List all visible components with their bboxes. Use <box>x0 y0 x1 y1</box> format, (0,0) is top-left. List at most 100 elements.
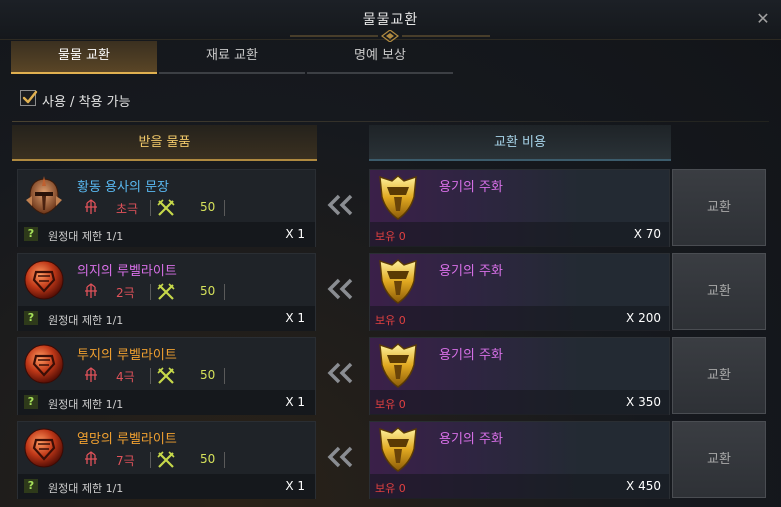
exchange-row: 의지의 루벨라이트 2극 50 ? 원정대 제한 1/1 X 1 용기의 주화 … <box>0 253 781 335</box>
exchange-button[interactable]: 교환 <box>672 421 766 498</box>
crossed-swords-icon <box>157 451 175 468</box>
question-icon[interactable]: ? <box>24 395 38 409</box>
owned-count: 보유 0 <box>375 482 406 495</box>
bronze-helmet-icon <box>26 176 62 215</box>
courage-coin-icon <box>379 343 417 388</box>
window-title: 물물교환 <box>362 12 419 28</box>
divider <box>150 284 151 300</box>
owned-count: 보유 0 <box>375 314 406 327</box>
cost-item-footer: 보유 0 X 70 <box>370 222 669 247</box>
barter-window: 물물교환 ✕ 물물 교환 재료 교환 명예 보상 사용 / 착용 가능 받을 물… <box>0 0 781 507</box>
double-chevron-left-icon <box>327 194 353 216</box>
receive-quantity: X 1 <box>285 479 305 493</box>
cost-item-panel[interactable]: 용기의 주화 보유 0 X 200 <box>369 253 670 331</box>
item-name: 황동 용사의 문장 <box>77 180 169 195</box>
cost-quantity: X 350 <box>626 395 661 409</box>
receive-item-panel[interactable]: 투지의 루벨라이트 4극 50 ? 원정대 제한 1/1 X 1 <box>17 337 316 415</box>
close-button[interactable]: ✕ <box>754 10 772 28</box>
grade-text: 초극 <box>116 202 139 216</box>
divider <box>224 368 225 384</box>
grade-text: 7극 <box>116 454 135 468</box>
tab-barter[interactable]: 물물 교환 <box>11 41 157 74</box>
courage-coin-icon <box>379 175 417 220</box>
cost-item-name: 용기의 주화 <box>439 180 503 195</box>
crossed-swords-icon <box>157 367 175 384</box>
receive-quantity: X 1 <box>285 311 305 325</box>
receive-item-footer: ? 원정대 제한 1/1 X 1 <box>18 390 315 415</box>
receive-item-footer: ? 원정대 제한 1/1 X 1 <box>18 474 315 499</box>
receive-item-footer: ? 원정대 제한 1/1 X 1 <box>18 306 315 331</box>
divider <box>150 200 151 216</box>
receive-item-info: 열망의 루벨라이트 7극 50 <box>18 422 315 474</box>
grade-text: 4극 <box>116 370 135 384</box>
grade-icon <box>85 199 97 214</box>
exchange-button[interactable]: 교환 <box>672 337 766 414</box>
cost-item-panel[interactable]: 용기의 주화 보유 0 X 450 <box>369 421 670 499</box>
level-text: 50 <box>200 200 216 214</box>
exchange-row: 열망의 루벨라이트 7극 50 ? 원정대 제한 1/1 X 1 용기의 주화 … <box>0 421 781 503</box>
receive-quantity: X 1 <box>285 395 305 409</box>
limit-text: 원정대 제한 1/1 <box>48 314 124 327</box>
exchange-row: 투지의 루벨라이트 4극 50 ? 원정대 제한 1/1 X 1 용기의 주화 … <box>0 337 781 419</box>
cost-quantity: X 450 <box>626 479 661 493</box>
courage-coin-icon <box>379 427 417 472</box>
level-text: 50 <box>200 368 216 382</box>
limit-text: 원정대 제한 1/1 <box>48 398 124 411</box>
double-chevron-left-icon <box>327 362 353 384</box>
cost-item-panel[interactable]: 용기의 주화 보유 0 X 70 <box>369 169 670 247</box>
divider <box>150 368 151 384</box>
tab-honor-reward[interactable]: 명예 보상 <box>307 41 453 74</box>
cost-item-name: 용기의 주화 <box>439 348 503 363</box>
grade-text: 2극 <box>116 286 135 300</box>
question-icon[interactable]: ? <box>24 479 38 493</box>
level-text: 50 <box>200 452 216 466</box>
receive-item-info: 투지의 루벨라이트 4극 50 <box>18 338 315 390</box>
receive-item-footer: ? 원정대 제한 1/1 X 1 <box>18 222 315 247</box>
level-text: 50 <box>200 284 216 298</box>
courage-coin-icon <box>379 259 417 304</box>
title-bar: 물물교환 ✕ <box>0 0 781 42</box>
tab-bar: 물물 교환 재료 교환 명예 보상 <box>11 41 453 74</box>
cost-item-name: 용기의 주화 <box>439 432 503 447</box>
checkbox-box[interactable] <box>20 90 38 106</box>
question-icon[interactable]: ? <box>24 227 38 241</box>
cost-quantity: X 70 <box>633 227 661 241</box>
tab-material-exchange[interactable]: 재료 교환 <box>159 41 305 74</box>
exchange-row: 황동 용사의 문장 초극 50 ? 원정대 제한 1/1 X 1 용기의 주화 … <box>0 169 781 251</box>
grade-icon <box>85 283 97 298</box>
receive-item-panel[interactable]: 열망의 루벨라이트 7극 50 ? 원정대 제한 1/1 X 1 <box>17 421 316 499</box>
rubellite-gem-icon <box>24 428 64 468</box>
receive-item-panel[interactable]: 황동 용사의 문장 초극 50 ? 원정대 제한 1/1 X 1 <box>17 169 316 247</box>
divider <box>224 452 225 468</box>
checkmark-icon <box>22 90 38 104</box>
item-name: 열망의 루벨라이트 <box>77 432 177 447</box>
divider <box>224 284 225 300</box>
filter-label: 사용 / 착용 가능 <box>42 95 131 110</box>
exchange-button[interactable]: 교환 <box>672 169 766 246</box>
limit-text: 원정대 제한 1/1 <box>48 482 124 495</box>
receive-item-info: 의지의 루벨라이트 2극 50 <box>18 254 315 306</box>
exchange-button[interactable]: 교환 <box>672 253 766 330</box>
receive-item-info: 황동 용사의 문장 초극 50 <box>18 170 315 222</box>
question-icon[interactable]: ? <box>24 311 38 325</box>
receive-item-panel[interactable]: 의지의 루벨라이트 2극 50 ? 원정대 제한 1/1 X 1 <box>17 253 316 331</box>
cost-quantity: X 200 <box>626 311 661 325</box>
cost-item-footer: 보유 0 X 200 <box>370 306 669 331</box>
cost-item-panel[interactable]: 용기의 주화 보유 0 X 350 <box>369 337 670 415</box>
receive-quantity: X 1 <box>285 227 305 241</box>
divider <box>150 452 151 468</box>
limit-text: 원정대 제한 1/1 <box>48 230 124 243</box>
cost-item-footer: 보유 0 X 450 <box>370 474 669 499</box>
double-chevron-left-icon <box>327 278 353 300</box>
cost-item-name: 용기의 주화 <box>439 264 503 279</box>
grade-icon <box>85 451 97 466</box>
cost-item-footer: 보유 0 X 350 <box>370 390 669 415</box>
rubellite-gem-icon <box>24 260 64 300</box>
receive-column-header: 받을 물품 <box>12 125 317 161</box>
cost-column-header: 교환 비용 <box>369 125 671 161</box>
rubellite-gem-icon <box>24 344 64 384</box>
owned-count: 보유 0 <box>375 230 406 243</box>
divider <box>12 121 769 122</box>
grade-icon <box>85 367 97 382</box>
crossed-swords-icon <box>157 283 175 300</box>
